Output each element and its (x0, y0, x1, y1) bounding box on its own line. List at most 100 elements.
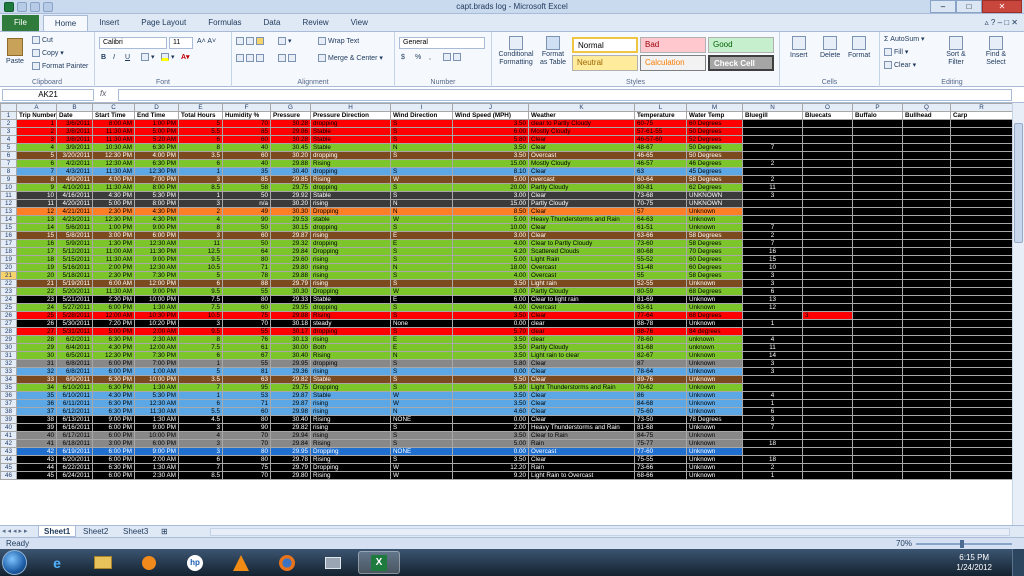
app-taskbar-button[interactable] (312, 551, 354, 574)
table-cell[interactable] (802, 303, 853, 312)
table-cell[interactable]: Clear (528, 231, 635, 240)
table-cell[interactable] (902, 383, 951, 392)
table-cell[interactable]: 3.50 (452, 151, 529, 160)
table-cell[interactable]: 4.00 (452, 239, 529, 248)
table-cell[interactable]: 46-57-60 (634, 135, 687, 144)
table-cell[interactable] (802, 431, 853, 440)
table-cell[interactable]: 18 (16, 255, 57, 264)
column-title[interactable]: Total Hours (178, 111, 223, 120)
table-cell[interactable]: Clear (528, 415, 635, 424)
column-header[interactable]: O (802, 103, 853, 112)
table-cell[interactable]: 11 (16, 199, 57, 208)
explorer-taskbar-button[interactable] (82, 551, 124, 574)
table-cell[interactable]: 13 (16, 215, 57, 224)
table-cell[interactable]: 6:00 PM (92, 359, 135, 368)
table-cell[interactable]: 75 (222, 463, 271, 472)
table-cell[interactable]: 70 (222, 471, 271, 480)
table-cell[interactable] (852, 455, 903, 464)
table-cell[interactable]: Rising (310, 351, 391, 360)
table-cell[interactable]: 5 (178, 367, 223, 376)
table-cell[interactable]: 4/2/2011 (56, 159, 93, 168)
table-cell[interactable]: 30.20 (270, 151, 311, 160)
table-cell[interactable] (802, 175, 853, 184)
table-cell[interactable] (802, 287, 853, 296)
table-cell[interactable]: 5/20/2011 (56, 287, 93, 296)
italic-button[interactable]: I (113, 54, 115, 61)
table-cell[interactable]: 50 Degrees (686, 127, 743, 136)
ribbon-help-controls[interactable]: ▵ ? – □ ✕ (985, 15, 1024, 31)
grow-font-button[interactable]: A˄ A˅ (197, 38, 216, 45)
table-cell[interactable]: 6/11/2011 (56, 399, 93, 408)
table-cell[interactable]: N (390, 207, 453, 216)
table-cell[interactable]: 7 (742, 223, 803, 232)
table-cell[interactable]: 29.32 (270, 239, 311, 248)
formula-input[interactable] (118, 89, 1012, 101)
table-cell[interactable]: 3 (178, 423, 223, 432)
table-cell[interactable]: 88-76 (634, 327, 687, 336)
row-header[interactable]: 32 (0, 359, 17, 368)
table-cell[interactable]: 60 (222, 231, 271, 240)
table-cell[interactable]: 27 (16, 327, 57, 336)
table-cell[interactable]: 20 (16, 271, 57, 280)
table-cell[interactable]: 3 (742, 271, 803, 280)
table-cell[interactable]: 12:30 PM (92, 351, 135, 360)
table-cell[interactable]: 68 Degrees (686, 311, 743, 320)
table-cell[interactable]: 1 (16, 119, 57, 128)
table-cell[interactable]: rising (310, 255, 391, 264)
table-cell[interactable]: 7 (742, 143, 803, 152)
row-header[interactable]: 17 (0, 239, 17, 248)
table-cell[interactable]: 35 (16, 391, 57, 400)
table-cell[interactable] (902, 215, 951, 224)
table-cell[interactable]: 3.00 (452, 231, 529, 240)
table-cell[interactable] (902, 407, 951, 416)
table-cell[interactable]: 68-66 (634, 471, 687, 480)
table-cell[interactable]: 29.36 (270, 367, 311, 376)
table-cell[interactable]: W (390, 471, 453, 480)
table-cell[interactable] (950, 175, 1012, 184)
table-cell[interactable]: 4.5 (178, 415, 223, 424)
table-cell[interactable]: 6/2/2011 (56, 335, 93, 344)
table-cell[interactable]: NONE (390, 415, 453, 424)
table-cell[interactable]: 4 (16, 143, 57, 152)
table-cell[interactable]: 1:30 AM (134, 463, 179, 472)
table-cell[interactable]: 30.45 (270, 143, 311, 152)
table-cell[interactable]: 6:00 PM (92, 303, 135, 312)
table-cell[interactable] (852, 295, 903, 304)
table-cell[interactable]: Clear to Partly Cloudy (528, 239, 635, 248)
table-cell[interactable]: 35 (222, 167, 271, 176)
table-cell[interactable]: Unknown (686, 431, 743, 440)
table-cell[interactable] (902, 439, 951, 448)
row-header[interactable]: 2 (0, 119, 17, 128)
table-cell[interactable]: 78 (222, 271, 271, 280)
column-title[interactable]: Bluegill (742, 111, 803, 120)
table-cell[interactable]: 55 (222, 359, 271, 368)
table-cell[interactable]: rising (310, 279, 391, 288)
vlc-taskbar-button[interactable] (220, 551, 262, 574)
table-cell[interactable] (902, 351, 951, 360)
table-cell[interactable]: 45 Degrees (686, 167, 743, 176)
format-as-table-button[interactable]: Format as Table (538, 36, 568, 67)
table-cell[interactable]: 4:30 PM (92, 191, 135, 200)
table-cell[interactable]: 29 (16, 343, 57, 352)
table-cell[interactable]: 34 (16, 383, 57, 392)
table-cell[interactable]: 4:00 PM (134, 151, 179, 160)
table-cell[interactable]: 6/4/2011 (56, 343, 93, 352)
table-cell[interactable]: 6:30 PM (92, 463, 135, 472)
table-cell[interactable]: 9.5 (178, 327, 223, 336)
table-cell[interactable]: 4 (742, 335, 803, 344)
table-cell[interactable]: 58 Degrees (686, 271, 743, 280)
table-cell[interactable]: Unknown (686, 439, 743, 448)
table-cell[interactable]: 11:30 AM (92, 255, 135, 264)
table-cell[interactable] (950, 311, 1012, 320)
table-cell[interactable]: 1 (178, 167, 223, 176)
table-cell[interactable]: S (390, 223, 453, 232)
table-cell[interactable]: Heavy Thunderstorms and Rain (528, 423, 635, 432)
table-cell[interactable]: 30.28 (270, 135, 311, 144)
table-cell[interactable]: Dropping (310, 383, 391, 392)
table-cell[interactable]: 29.88 (270, 159, 311, 168)
table-cell[interactable] (902, 343, 951, 352)
table-cell[interactable]: 29.79 (270, 279, 311, 288)
table-cell[interactable]: 6:00 PM (92, 367, 135, 376)
column-title[interactable]: Temperature (634, 111, 687, 120)
table-cell[interactable]: 70 (222, 439, 271, 448)
